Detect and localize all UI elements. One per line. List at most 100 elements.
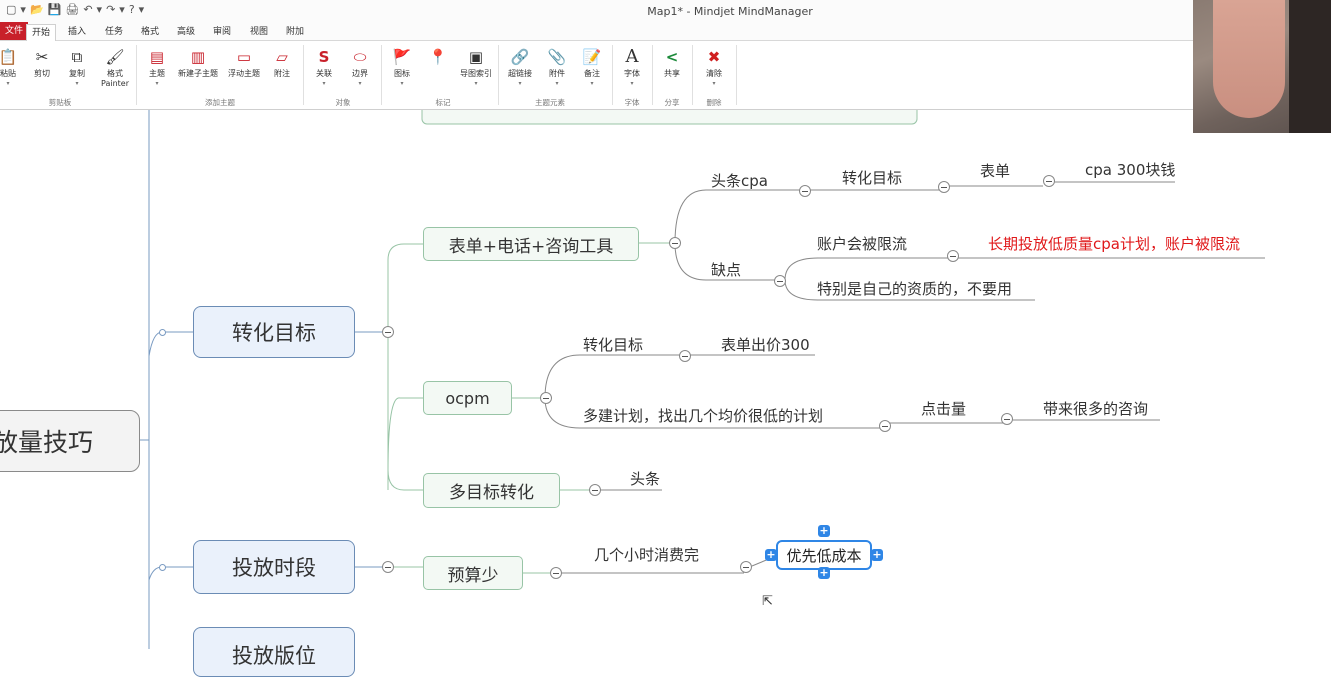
collapse-button[interactable]: [669, 237, 681, 249]
label-form-bid[interactable]: 表单出价300: [721, 336, 810, 354]
collapse-button[interactable]: [540, 392, 552, 404]
collapse-button[interactable]: [589, 484, 601, 496]
tab-insert[interactable]: 插入: [68, 24, 86, 40]
map-index-button[interactable]: ▣ 导图索引 ▾: [456, 47, 496, 89]
map-index-label: 导图索引: [460, 69, 492, 78]
relationship-button[interactable]: S 关联 ▾: [304, 47, 344, 89]
floating-topic-label: 浮动主题: [228, 69, 260, 78]
font-label: 字体: [624, 69, 640, 78]
resize-handle-right[interactable]: +: [871, 549, 883, 561]
tab-home[interactable]: 开始: [26, 24, 57, 41]
collapse-button[interactable]: [879, 420, 891, 432]
label-clicks[interactable]: 点击量: [921, 400, 966, 418]
clear-button[interactable]: ✖ 清除 ▾: [694, 47, 734, 89]
format-painter-icon: 🖌: [105, 48, 125, 66]
boundary-button[interactable]: ⬭ 边界 ▾: [340, 47, 380, 89]
label-toutiao[interactable]: 头条: [630, 470, 660, 488]
collapse-button[interactable]: [774, 275, 786, 287]
font-button[interactable]: A 字体 ▾: [612, 47, 652, 89]
markers-label: 图标: [394, 69, 410, 78]
topic-label: 主题: [149, 69, 165, 78]
label-drawbacks[interactable]: 缺点: [711, 261, 741, 279]
tab-addins[interactable]: 附加: [286, 24, 304, 40]
paste-label: 粘贴: [0, 69, 16, 78]
tab-task[interactable]: 任务: [105, 24, 123, 40]
label-toutiao-cpa[interactable]: 头条cpa: [711, 172, 768, 190]
resize-handle-top[interactable]: +: [818, 525, 830, 537]
central-topic[interactable]: 放量技巧: [0, 410, 140, 472]
tab-view[interactable]: 视图: [250, 24, 268, 40]
collapse-button[interactable]: [1043, 175, 1055, 187]
collapse-button[interactable]: [382, 561, 394, 573]
branch-connector-dot: [159, 564, 166, 571]
collapse-button[interactable]: [382, 326, 394, 338]
label-multiple-plans[interactable]: 多建计划，找出几个均价很低的计划: [583, 407, 823, 425]
title-bar: ▢ ▾ 📂 💾 🖨 ↶ ▾ ↷ ▾ ? ▾ Map1* - Mindjet Mi…: [0, 0, 1331, 22]
collapse-button[interactable]: [740, 561, 752, 573]
label-long-term-limited[interactable]: 长期投放低质量cpa计划，账户被限流: [988, 235, 1240, 253]
tab-review[interactable]: 审阅: [213, 24, 231, 40]
main-topic-conversion-goal[interactable]: 转化目标: [193, 306, 355, 358]
group-markers-label: 标记: [435, 98, 451, 107]
share-label: 共享: [664, 69, 680, 78]
notes-button[interactable]: 📝 备注 ▾: [572, 47, 612, 89]
collapse-button[interactable]: [679, 350, 691, 362]
cut-button[interactable]: ✂ 剪切: [22, 47, 62, 79]
attachment-icon: 📎: [547, 48, 567, 66]
group-add-topic-label: 添加主题: [205, 98, 235, 107]
label-conversion-goal[interactable]: 转化目标: [842, 169, 902, 187]
subtopic-label: 新建子主题: [178, 69, 218, 78]
label-cpa-300[interactable]: cpa 300块钱: [1085, 161, 1175, 179]
tab-file[interactable]: 文件: [0, 22, 29, 40]
ribbon: 📋 粘贴 ▾ ✂ 剪切 ⧉ 复制 ▾ 🖌 格式 Painter 剪贴板 ▤ 主题 ▾ ▥ 新建子主…: [0, 41, 1331, 110]
tab-advanced[interactable]: 高级: [177, 24, 195, 40]
sub-topic-form-phone-tools[interactable]: 表单+电话+咨询工具: [423, 227, 639, 261]
clear-icon: ✖: [707, 48, 721, 66]
map-canvas[interactable]: 放量技巧 转化目标 投放时段 投放版位 表单+电话+咨询工具 ocpm 多目标转…: [0, 110, 1331, 677]
hyperlink-button[interactable]: 🔗 超链接 ▾: [500, 47, 540, 89]
attachment-button[interactable]: 📎 附件 ▾: [537, 47, 577, 89]
subtopic-icon: ▥: [190, 48, 206, 66]
topic-button[interactable]: ▤ 主题 ▾: [137, 47, 177, 89]
presenter-face: [1213, 0, 1285, 118]
sub-topic-low-budget[interactable]: 预算少: [423, 556, 523, 590]
ribbon-separator: [692, 45, 693, 105]
boundary-icon: ⬭: [353, 48, 367, 66]
collapse-button[interactable]: [1001, 413, 1013, 425]
label-hours-spent[interactable]: 几个小时消费完: [594, 546, 699, 564]
label-form[interactable]: 表单: [980, 162, 1010, 180]
callout-icon: ▱: [276, 48, 288, 66]
group-topic-elements-label: 主题元素: [535, 98, 565, 107]
tab-format[interactable]: 格式: [141, 24, 159, 40]
copy-button[interactable]: ⧉ 复制 ▾: [57, 47, 97, 89]
callout-button[interactable]: ▱ 附注: [262, 47, 302, 79]
pin-button[interactable]: 📍: [418, 47, 458, 69]
relationship-icon: S: [318, 48, 330, 66]
label-ocpm-conversion-goal[interactable]: 转化目标: [583, 336, 643, 354]
format-painter-button[interactable]: 🖌 格式 Painter: [95, 47, 135, 89]
hyperlink-label: 超链接: [508, 69, 532, 78]
map-index-icon: ▣: [468, 48, 484, 66]
collapse-button[interactable]: [550, 567, 562, 579]
sub-topic-ocpm[interactable]: ocpm: [423, 381, 512, 415]
collapse-button[interactable]: [938, 181, 950, 193]
subtopic-button[interactable]: ▥ 新建子主题: [178, 47, 218, 79]
branch-connector-dot: [159, 329, 166, 336]
main-topic-placement[interactable]: 投放版位: [193, 627, 355, 677]
share-button[interactable]: < 共享: [652, 47, 692, 79]
label-qualification[interactable]: 特别是自己的资质的，不要用: [817, 280, 1012, 298]
mouse-cursor-icon: ⇱: [762, 594, 773, 609]
collapse-button[interactable]: [799, 185, 811, 197]
group-objects-label: 对象: [335, 98, 351, 107]
label-consults[interactable]: 带来很多的咨询: [1043, 400, 1148, 418]
attachment-label: 附件: [549, 69, 565, 78]
resize-handle-left[interactable]: +: [765, 549, 777, 561]
ribbon-tabs: 文件 开始 插入 任务 格式 高级 审阅 视图 附加 查找: [0, 22, 1331, 61]
floating-topic-button[interactable]: ▭ 浮动主题: [224, 47, 264, 79]
collapse-button[interactable]: [947, 250, 959, 262]
main-topic-delivery-time[interactable]: 投放时段: [193, 540, 355, 594]
markers-button[interactable]: 🚩 图标 ▾: [382, 47, 422, 89]
sub-topic-multi-goal[interactable]: 多目标转化: [423, 473, 560, 508]
label-account-limited[interactable]: 账户会被限流: [817, 235, 907, 253]
resize-handle-bottom[interactable]: +: [818, 567, 830, 579]
